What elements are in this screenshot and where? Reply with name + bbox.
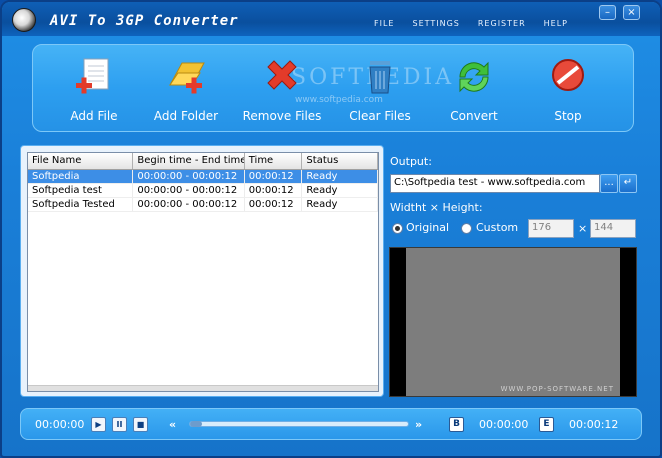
toolbar: SOFTPEDIA www.softpedia.com Add File Add (32, 44, 634, 132)
video-preview: WWW.POP-SOFTWARE.NET (389, 247, 637, 397)
settings-panel: Output: C:\Softpedia test - www.softpedi… (384, 145, 646, 403)
column-begin-end[interactable]: Begin time - End time (133, 153, 245, 169)
preview-watermark: WWW.POP-SOFTWARE.NET (500, 385, 614, 393)
minimize-button[interactable]: – (599, 5, 616, 20)
cell-time: 00:00:12 (245, 184, 303, 197)
custom-radio[interactable] (461, 223, 472, 234)
remove-files-label: Remove Files (242, 109, 322, 123)
menu-bar: FILE SETTINGS REGISTER HELP (374, 19, 568, 28)
cell-status: Ready (302, 170, 378, 183)
cell-range: 00:00:00 - 00:00:12 (133, 198, 245, 211)
cell-status: Ready (302, 184, 378, 197)
table-body: Softpedia 00:00:00 - 00:00:12 00:00:12 R… (28, 170, 378, 212)
output-label: Output: (390, 155, 432, 168)
app-window: AVI To 3GP Converter FILE SETTINGS REGIS… (0, 0, 662, 458)
browse-button[interactable]: ... (600, 174, 618, 193)
column-status[interactable]: Status (302, 153, 378, 169)
stop-button[interactable]: Stop (521, 55, 615, 123)
title-bar[interactable]: AVI To 3GP Converter FILE SETTINGS REGIS… (2, 2, 660, 36)
end-time: 00:00:12 (569, 418, 619, 431)
cell-time: 00:00:12 (245, 170, 303, 183)
convert-label: Convert (450, 109, 498, 123)
table-row[interactable]: Softpedia 00:00:00 - 00:00:12 00:00:12 R… (28, 170, 378, 184)
original-radio[interactable] (392, 223, 403, 234)
table-header: File Name Begin time - End time Time Sta… (28, 153, 378, 170)
cell-range: 00:00:00 - 00:00:12 (133, 170, 245, 183)
table-row[interactable]: Softpedia Tested 00:00:00 - 00:00:12 00:… (28, 198, 378, 212)
current-time: 00:00:00 (35, 418, 85, 431)
cell-time: 00:00:12 (245, 198, 303, 211)
menu-help[interactable]: HELP (544, 19, 568, 28)
custom-label: Custom (476, 221, 519, 234)
remove-files-icon (267, 60, 297, 90)
file-list-panel: File Name Begin time - End time Time Sta… (20, 145, 384, 397)
seek-slider-thumb[interactable] (190, 421, 202, 427)
height-field[interactable]: 144 (590, 219, 636, 238)
clear-files-label: Clear Files (349, 109, 411, 123)
set-begin-button[interactable]: B (449, 417, 464, 432)
add-folder-button[interactable]: Add Folder (139, 55, 233, 123)
size-separator: × (578, 222, 588, 235)
seek-back-icon[interactable]: « (169, 418, 176, 431)
add-folder-label: Add Folder (153, 109, 219, 123)
cell-status: Ready (302, 198, 378, 211)
menu-settings[interactable]: SETTINGS (412, 19, 459, 28)
set-end-button[interactable]: E (539, 417, 554, 432)
app-title: AVI To 3GP Converter (50, 13, 239, 29)
stop-icon (552, 59, 584, 91)
add-folder-icon (169, 62, 205, 94)
add-file-icon (76, 58, 109, 94)
file-table[interactable]: File Name Begin time - End time Time Sta… (27, 152, 379, 392)
width-field[interactable]: 176 (528, 219, 574, 238)
play-button[interactable]: ▶ (91, 417, 106, 432)
column-time[interactable]: Time (245, 153, 303, 169)
pause-button[interactable]: II (112, 417, 127, 432)
output-path-field[interactable]: C:\Softpedia test - www.softpedia.com (390, 174, 600, 193)
cell-file-name: Softpedia Tested (28, 198, 134, 211)
column-file-name[interactable]: File Name (28, 153, 134, 169)
open-folder-button[interactable]: ↵ (619, 174, 637, 193)
convert-button[interactable]: Convert (427, 55, 521, 123)
menu-file[interactable]: FILE (374, 19, 394, 28)
original-label: Original (406, 221, 450, 234)
begin-time: 00:00:00 (479, 418, 529, 431)
size-label: Widtht × Height: (390, 201, 483, 214)
stop-label: Stop (554, 109, 582, 123)
close-button[interactable]: × (623, 5, 640, 20)
add-file-label: Add File (70, 109, 118, 123)
remove-files-button[interactable]: Remove Files (235, 55, 329, 123)
preview-letterbox-left (390, 248, 406, 396)
cell-range: 00:00:00 - 00:00:12 (133, 184, 245, 197)
seek-slider[interactable] (189, 421, 409, 427)
film-reel-icon (12, 8, 36, 32)
stop-playback-button[interactable]: ■ (133, 417, 148, 432)
add-file-button[interactable]: Add File (47, 55, 141, 123)
convert-icon (459, 61, 489, 93)
table-row[interactable]: Softpedia test 00:00:00 - 00:00:12 00:00… (28, 184, 378, 198)
preview-letterbox-right (620, 248, 636, 396)
horizontal-scrollbar[interactable] (28, 385, 378, 391)
cell-file-name: Softpedia test (28, 184, 134, 197)
clear-files-button[interactable]: Clear Files (333, 55, 427, 123)
player-bar: 00:00:00 ▶ II ■ « » B 00:00:00 E 00:00:1… (20, 408, 642, 440)
cell-file-name: Softpedia (28, 170, 134, 183)
seek-forward-icon[interactable]: » (415, 418, 422, 431)
menu-register[interactable]: REGISTER (478, 19, 526, 28)
clear-files-icon (369, 61, 391, 94)
